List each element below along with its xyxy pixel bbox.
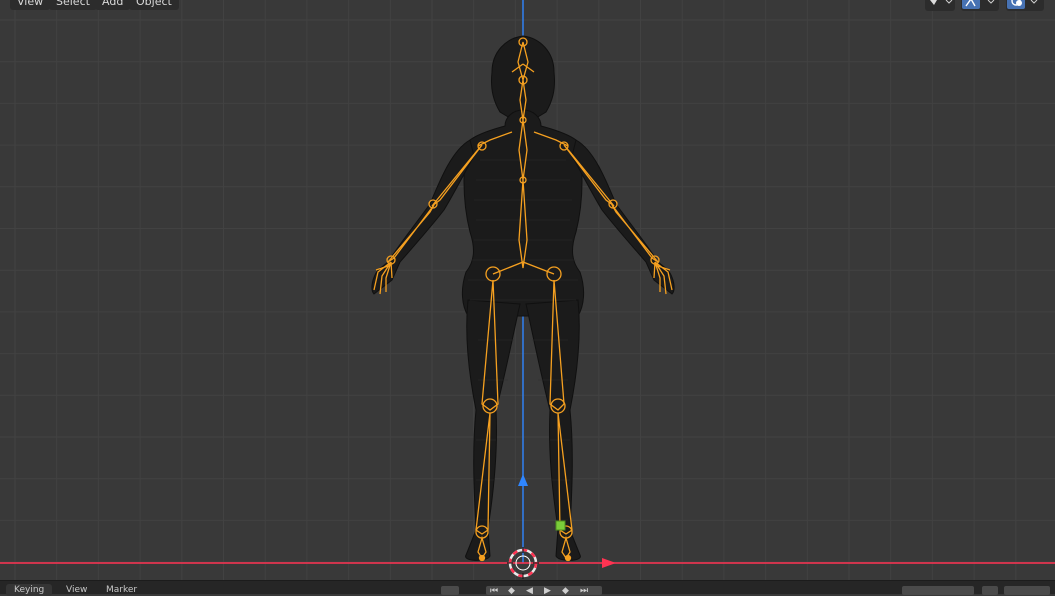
z-arrow-icon[interactable] xyxy=(518,474,528,486)
timeline-header: Keying View Marker ⏮ ◆ ◀ ▶ ◆ ⏭ xyxy=(0,580,1055,596)
playback-controls: ⏮ ◆ ◀ ▶ ◆ ⏭ xyxy=(486,586,602,596)
torso-mesh xyxy=(461,109,585,317)
menu-add[interactable]: Add xyxy=(95,0,131,10)
current-frame-field[interactable] xyxy=(902,586,974,595)
right-arm-mesh xyxy=(571,139,675,295)
menu-object[interactable]: Object xyxy=(129,0,179,10)
clock-icon[interactable] xyxy=(982,586,998,595)
pivot-point-icon xyxy=(930,0,953,5)
3d-viewport[interactable]: View Select Add Object xyxy=(0,0,1055,580)
x-arrow-icon[interactable] xyxy=(602,558,616,568)
play-icon[interactable]: ▶ xyxy=(544,586,551,596)
menu-select[interactable]: Select xyxy=(49,0,97,10)
left-arm-mesh xyxy=(371,139,475,295)
viewport-overlays-button[interactable] xyxy=(1006,0,1044,11)
timeline-view-menu[interactable]: View xyxy=(66,584,87,596)
prev-keyframe-icon[interactable]: ◆ xyxy=(508,586,515,596)
viewport-overlays-icon xyxy=(1007,0,1038,9)
snap-button[interactable] xyxy=(961,0,999,11)
play-reverse-icon[interactable]: ◀ xyxy=(526,586,533,596)
right-leg-mesh xyxy=(525,299,581,561)
timeline-marker-menu[interactable]: Marker xyxy=(106,584,137,596)
next-keyframe-icon[interactable]: ◆ xyxy=(562,586,569,596)
snap-icon xyxy=(962,0,995,9)
jump-end-icon[interactable]: ⏭ xyxy=(580,586,588,596)
pivot-point-button[interactable] xyxy=(925,0,955,11)
jump-start-icon[interactable]: ⏮ xyxy=(490,586,498,596)
keying-menu[interactable]: Keying xyxy=(6,584,53,596)
menu-view[interactable]: View xyxy=(10,0,51,10)
viewport-canvas[interactable] xyxy=(0,0,1055,580)
playback-dropdown[interactable] xyxy=(441,586,459,595)
frame-range-field[interactable] xyxy=(1004,586,1050,595)
light-object-icon[interactable] xyxy=(555,520,566,531)
